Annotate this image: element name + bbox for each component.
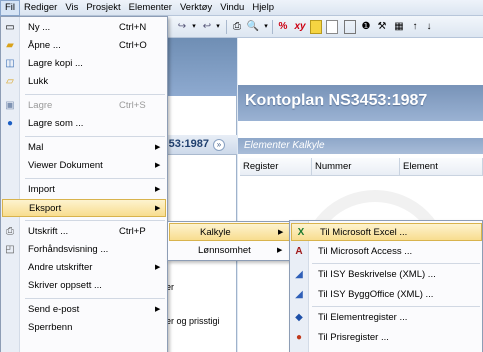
menu-project[interactable]: Prosjekt [82, 0, 124, 16]
print-icon[interactable]: ⎙ [230, 20, 244, 34]
collapse-chevron-icon[interactable]: » [213, 139, 225, 151]
redo-icon[interactable]: ↪ [175, 20, 189, 34]
export-submenu: Kalkyle ▶ Lønnsomhet ▶ [167, 221, 291, 261]
save-copy-icon: ◫ [5, 58, 15, 69]
submenu-arrow-icon: ▶ [155, 264, 161, 271]
save-icon: ▣ [5, 100, 15, 111]
menu-item-save-as[interactable]: ● Lagre som ... [1, 115, 167, 133]
menu-item-isy-byggoffice[interactable]: ◢ Til ISY ByggOffice (XML) ... [290, 286, 482, 304]
undo-dropdown-icon[interactable]: ▾ [214, 20, 222, 34]
menu-separator [312, 306, 480, 307]
document-icon[interactable] [326, 20, 338, 34]
menu-item-import[interactable]: Import ▶ [1, 181, 167, 199]
menu-separator [25, 94, 165, 95]
menu-item-access[interactable]: A Til Microsoft Access ... [290, 243, 482, 261]
column-header-register[interactable]: Register [240, 158, 312, 176]
menu-item-sperrbenn[interactable]: Sperrbenn [1, 319, 167, 335]
menu-item-excel[interactable]: X Til Microsoft Excel ... [291, 223, 482, 241]
menu-item-open[interactable]: ▰ Åpne ... Ctrl+O [1, 37, 167, 55]
xy-icon[interactable]: xy [292, 20, 308, 34]
isy-byggoffice-icon: ◢ [295, 289, 303, 300]
arrow-up-icon[interactable]: ↑ [410, 20, 420, 34]
box-icon[interactable] [344, 20, 356, 34]
undo-icon[interactable]: ↩ [200, 20, 214, 34]
redo-dropdown-icon[interactable]: ▾ [190, 20, 198, 34]
menu-item-save[interactable]: ▣ Lagre Ctrl+S [1, 97, 167, 115]
menu-bar: Fil Rediger Vis Prosjekt Elementer Verkt… [0, 0, 483, 16]
submenu-arrow-icon: ▶ [155, 205, 161, 212]
menu-edit[interactable]: Rediger [20, 0, 61, 16]
menu-item-new[interactable]: ▭ Ny ... Ctrl+N [1, 19, 167, 37]
menu-separator [25, 136, 165, 137]
new-file-icon: ▭ [5, 22, 15, 33]
menu-item-print[interactable]: ⎙ Utskrift ... Ctrl+P [1, 223, 167, 241]
grid-icon[interactable]: ▦ [392, 20, 406, 34]
page-title: Kontoplan NS3453:1987 [245, 92, 428, 109]
submenu-arrow-icon: ▶ [155, 186, 161, 193]
print-icon: ⎙ [6, 226, 14, 237]
menu-help[interactable]: Hjelp [248, 0, 278, 16]
submenu-arrow-icon: ▶ [155, 306, 161, 313]
access-icon: A [295, 246, 303, 257]
arrow-down-icon[interactable]: ↓ [424, 20, 434, 34]
menu-item-template[interactable]: Mal ▶ [1, 139, 167, 157]
elementregister-icon: ◆ [295, 312, 303, 323]
highlight-icon[interactable] [310, 20, 322, 34]
menu-item-lonnsomhet[interactable]: Lønnsomhet ▶ [168, 242, 290, 260]
info-icon[interactable]: ❶ [360, 20, 372, 34]
menu-item-kalkyle[interactable]: Kalkyle ▶ [169, 223, 290, 241]
file-menu: ▭ Ny ... Ctrl+N ▰ Åpne ... Ctrl+O ◫ Lagr… [0, 16, 168, 352]
tools-icon[interactable]: ⚒ [376, 20, 388, 34]
menu-item-prisregister[interactable]: ● Til Prisregister ... [290, 329, 482, 347]
menu-file[interactable]: Fil [0, 0, 21, 16]
column-header-nummer[interactable]: Nummer [312, 158, 400, 176]
menu-item-send-email[interactable]: Send e-post ▶ [1, 301, 167, 319]
menu-item-save-copy[interactable]: ◫ Lagre kopi ... [1, 55, 167, 73]
save-as-icon: ● [6, 118, 14, 129]
submenu-arrow-icon: ▶ [277, 247, 283, 254]
kalkyle-submenu: X Til Microsoft Excel ... A Til Microsof… [289, 220, 483, 352]
column-header-element[interactable]: Element [400, 158, 483, 176]
menu-separator [25, 220, 165, 221]
menu-item-print-preview[interactable]: ◰ Forhåndsvisning ... [1, 241, 167, 259]
submenu-arrow-icon: ▶ [155, 162, 161, 169]
prisregister-icon: ● [295, 332, 303, 343]
menu-item-viewer-document[interactable]: Viewer Dokument ▶ [1, 157, 167, 175]
menu-item-other-prints[interactable]: Andre utskrifter ▶ [1, 259, 167, 277]
close-folder-icon: ▱ [6, 76, 14, 87]
menu-window[interactable]: Vindu [216, 0, 248, 16]
menu-view[interactable]: Vis [61, 0, 82, 16]
preview-icon: ◰ [5, 244, 15, 255]
excel-icon: X [297, 227, 305, 238]
menu-item-close[interactable]: ▱ Lukk [1, 73, 167, 91]
preview-icon[interactable]: 🔍 [246, 20, 260, 34]
menu-separator [312, 263, 480, 264]
preview-dropdown-icon[interactable]: ▾ [262, 20, 270, 34]
submenu-arrow-icon: ▶ [155, 144, 161, 151]
percent-icon[interactable]: % [276, 20, 290, 34]
menu-item-isy-beskrivelse[interactable]: ◢ Til ISY Beskrivelse (XML) ... [290, 266, 482, 284]
isy-beskrivelse-icon: ◢ [295, 269, 303, 280]
left-kontoplan-label: 53:1987 [168, 138, 209, 150]
bg-text-2: er og prisstigi [166, 316, 220, 326]
menu-tools[interactable]: Verktøy [176, 0, 216, 16]
menu-elements[interactable]: Elementer [125, 0, 176, 16]
menu-separator [25, 178, 165, 179]
page-subtitle: Elementer Kalkyle [244, 140, 325, 151]
menu-item-printer-setup[interactable]: Skriver oppsett ... [1, 277, 167, 295]
menu-item-elementregister[interactable]: ◆ Til Elementregister ... [290, 309, 482, 327]
submenu-arrow-icon: ▶ [278, 229, 284, 236]
menu-separator [25, 298, 165, 299]
open-folder-icon: ▰ [6, 40, 14, 51]
menu-item-export[interactable]: Eksport ▶ [2, 199, 166, 217]
